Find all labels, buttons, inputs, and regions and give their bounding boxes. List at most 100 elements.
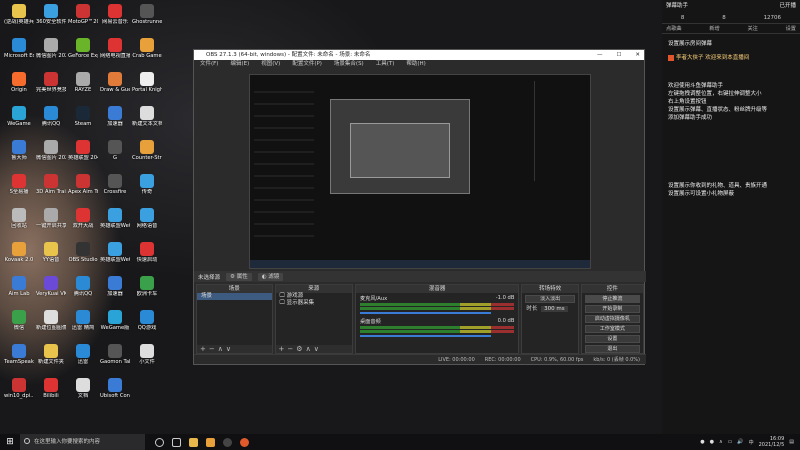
desktop-icon[interactable]: Steam (68, 106, 98, 127)
properties-button[interactable]: ⚙ 属性 (226, 272, 252, 281)
desktop-icon[interactable]: RAYZE (68, 72, 98, 93)
maximize-icon[interactable]: ☐ (616, 50, 621, 60)
desktop-icon[interactable]: 英雄联盟WeGame版 (100, 208, 130, 229)
studio-mode-button[interactable]: 工作室模式 (584, 325, 640, 333)
tray-app-icon[interactable]: ● (710, 439, 714, 445)
add-icon[interactable]: + (200, 345, 209, 353)
desktop-icon[interactable]: WeGame版 (100, 310, 130, 331)
desktop-icon[interactable]: Ubisoft Connect (100, 378, 130, 399)
desktop-icon[interactable]: G (100, 140, 130, 161)
down-icon[interactable]: ∨ (226, 345, 234, 353)
desktop-icon[interactable]: 回收站 (4, 208, 34, 229)
obs-preview[interactable] (249, 74, 591, 269)
desktop-icon[interactable]: QQ游戏 (132, 310, 162, 331)
desktop-icon[interactable]: Gaomon Tablet (100, 344, 130, 365)
desktop-icon[interactable]: Crossfire (100, 174, 130, 195)
menu-scene-collection[interactable]: 场景集合(S) (334, 60, 364, 69)
desktop-icon[interactable]: 传奇 (132, 174, 162, 195)
settings-icon[interactable]: ⚙ (296, 345, 305, 353)
tab-songs[interactable]: 点歌曲 (666, 24, 682, 33)
desktop-icon[interactable]: OBS Studio (68, 242, 98, 263)
volume-icon[interactable]: 🔊 (737, 439, 743, 445)
virtual-camera-button[interactable]: 启动虚拟摄像机 (584, 315, 640, 323)
tab-settings[interactable]: 设置 (786, 24, 796, 33)
desktop-icon[interactable]: 双开大战 (68, 208, 98, 229)
desktop-icon[interactable]: 新建位图图像 (36, 310, 66, 331)
scene-item[interactable]: 场景 (197, 293, 272, 300)
desktop-icon[interactable]: 微信 (4, 310, 34, 331)
close-icon[interactable]: ✕ (635, 50, 640, 60)
menu-help[interactable]: 帮助(H) (406, 60, 425, 69)
settings-button[interactable]: 设置 (584, 335, 640, 343)
duration-input[interactable]: 300 ms (541, 306, 568, 312)
desktop-icon[interactable]: Apex Aim Trainer (68, 174, 98, 195)
desktop-icon[interactable]: 一键开启共享 Windows ... (36, 208, 66, 229)
desktop-icon[interactable]: 网易云音乐 (100, 4, 130, 25)
desktop-icon[interactable]: Ghostrunner - 幽灵行者 (132, 4, 162, 25)
desktop-icon[interactable]: Microsoft Edge (4, 38, 34, 59)
desktop-icon[interactable]: 鲁大师 (4, 140, 34, 161)
desktop-icon[interactable]: 新建文本文档 (132, 106, 162, 127)
tab-follow[interactable]: 关注 (747, 24, 757, 33)
desktop-icon[interactable]: 完美世界竞技平台 (36, 72, 66, 93)
desktop-icon[interactable]: Counter-Strike (132, 140, 162, 161)
desktop-icon[interactable]: 新建文件夹 (36, 344, 66, 365)
desktop-icon[interactable]: 欧洲卡车 (132, 276, 162, 297)
start-recording-button[interactable]: 开始录制 (584, 305, 640, 313)
task-view-icon[interactable] (172, 437, 181, 447)
desktop-icon[interactable]: Aim Lab (4, 276, 34, 297)
desktop-icon[interactable]: 腾讯QQ (36, 106, 66, 127)
desktop-icon[interactable]: 360安全软件 (36, 4, 66, 25)
file-explorer-icon[interactable] (189, 437, 198, 447)
desktop-icon[interactable]: 网络语音 (132, 208, 162, 229)
desktop-icon[interactable]: WeGame (4, 106, 34, 127)
desktop-icon[interactable]: Kovaak 2.0 (4, 242, 34, 263)
desktop-icon[interactable]: YY语音 (36, 242, 66, 263)
menu-file[interactable]: 文件(F) (200, 60, 218, 69)
down-icon[interactable]: ∨ (314, 345, 322, 353)
ime-icon[interactable]: 中 (749, 439, 754, 446)
desktop-icon[interactable]: 加速器 (100, 276, 130, 297)
desktop-icon[interactable]: 微信图片 2021100... (36, 140, 66, 161)
desktop-icon[interactable]: 3D Aim Trainer (36, 174, 66, 195)
desktop-icon[interactable]: 迅雷 精简 (68, 310, 98, 331)
menu-view[interactable]: 视图(V) (261, 60, 280, 69)
tab-new[interactable]: 新增 (709, 24, 719, 33)
desktop-icon[interactable]: 小文件 (132, 344, 162, 365)
desktop-icon[interactable]: Crab Game (132, 38, 162, 59)
obs-titlebar[interactable]: OBS 27.1.3 (64-bit, windows) - 配置文件: 未命名… (194, 50, 644, 60)
douyu-icon[interactable] (240, 437, 249, 447)
source-item[interactable]: 🖵 显示器采集 (276, 300, 352, 307)
menu-tools[interactable]: 工具(T) (376, 60, 395, 69)
transition-select[interactable]: 淡入淡出 (525, 295, 575, 303)
volume-slider[interactable] (359, 312, 492, 314)
desktop-icon[interactable]: 迅雷 (68, 344, 98, 365)
desktop-icon[interactable]: Portal Knights (132, 72, 162, 93)
desktop-icon[interactable]: 网络电视直播 (100, 38, 130, 59)
desktop-icon[interactable]: 文档 (68, 378, 98, 399)
chevron-up-icon[interactable]: ∧ (719, 439, 723, 445)
remove-icon[interactable]: − (287, 345, 296, 353)
desktop-icon[interactable]: 加速器 (100, 106, 130, 127)
obs-icon[interactable] (223, 437, 232, 447)
cortana-icon[interactable] (155, 437, 164, 447)
desktop-icon[interactable]: S全易播 (4, 174, 34, 195)
desktop-icon[interactable]: Bilibili (36, 378, 66, 399)
remove-icon[interactable]: − (209, 345, 218, 353)
filters-button[interactable]: ◐ 滤镜 (257, 272, 284, 281)
desktop-icon[interactable]: TeamSpeak (4, 344, 34, 365)
desktop-icon[interactable]: 英雄联盟 2042 (68, 140, 98, 161)
desktop-icon[interactable]: GeForce Experience (68, 38, 98, 59)
desktop-icon[interactable]: MotoGP™20 (68, 4, 98, 25)
clock[interactable]: 16:09 2021/12/5 (759, 436, 785, 448)
up-icon[interactable]: ∧ (218, 345, 226, 353)
network-icon[interactable]: ▭ (728, 439, 733, 445)
tray-app-icon[interactable]: ● (700, 439, 704, 445)
menu-profile[interactable]: 配置文件(P) (292, 60, 322, 69)
menu-edit[interactable]: 编辑(E) (230, 60, 249, 69)
desktop-icon[interactable]: VeryKuai VK 加速器 (36, 276, 66, 297)
desktop-icon[interactable]: 腾讯QQ (68, 276, 98, 297)
notification-icon[interactable]: ▤ (789, 439, 794, 445)
minimize-icon[interactable]: — (597, 50, 603, 60)
taskbar-search[interactable]: 在这里输入你要搜索的内容 (20, 434, 145, 450)
